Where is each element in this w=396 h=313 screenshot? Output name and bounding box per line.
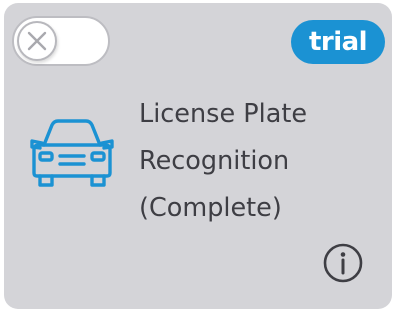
title-line-2: Recognition bbox=[139, 146, 290, 176]
info-icon[interactable] bbox=[322, 242, 364, 284]
title-line-3: (Complete) bbox=[139, 193, 282, 223]
trial-badge: trial bbox=[291, 20, 385, 64]
toggle-knob[interactable] bbox=[17, 21, 57, 61]
enable-toggle[interactable] bbox=[12, 16, 110, 66]
module-card[interactable]: trial License Plate Recognition (Complet… bbox=[4, 3, 392, 309]
title-line-1: License Plate bbox=[139, 99, 308, 129]
close-x-icon bbox=[27, 31, 47, 51]
car-icon bbox=[30, 119, 114, 187]
module-title: License Plate Recognition (Complete) bbox=[139, 91, 379, 232]
